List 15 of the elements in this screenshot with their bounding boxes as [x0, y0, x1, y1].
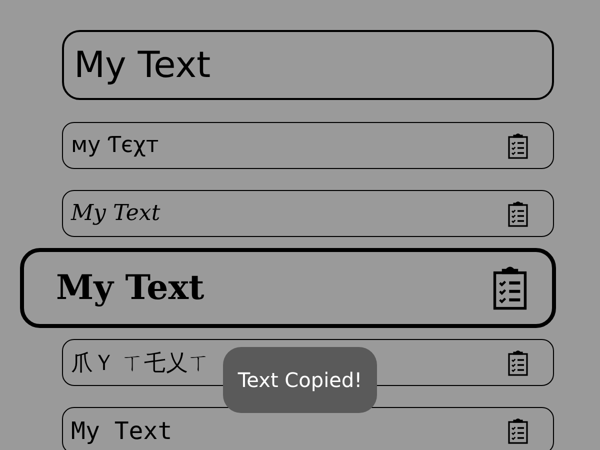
styled-text-card[interactable]: мy Ƭєχт: [62, 122, 554, 169]
styled-text-card[interactable]: My Text: [62, 190, 554, 237]
styled-text: My Text: [71, 201, 160, 226]
styled-text: My Text: [71, 416, 172, 444]
styled-text: мy Ƭєχт: [71, 133, 159, 158]
styled-text: 爪Ｙ ㄒ乇乂ㄒ: [71, 350, 210, 378]
clipboard-icon[interactable]: [508, 350, 528, 376]
clipboard-icon[interactable]: [508, 200, 528, 226]
clipboard-icon[interactable]: [493, 266, 527, 310]
styled-text: My Text: [56, 268, 204, 308]
text-input-field[interactable]: My Text: [62, 30, 554, 100]
copied-toast: Text Copied!: [223, 347, 377, 413]
clipboard-icon[interactable]: [508, 418, 528, 444]
clipboard-icon[interactable]: [508, 132, 528, 158]
styled-text-card[interactable]: My Text: [20, 248, 556, 328]
